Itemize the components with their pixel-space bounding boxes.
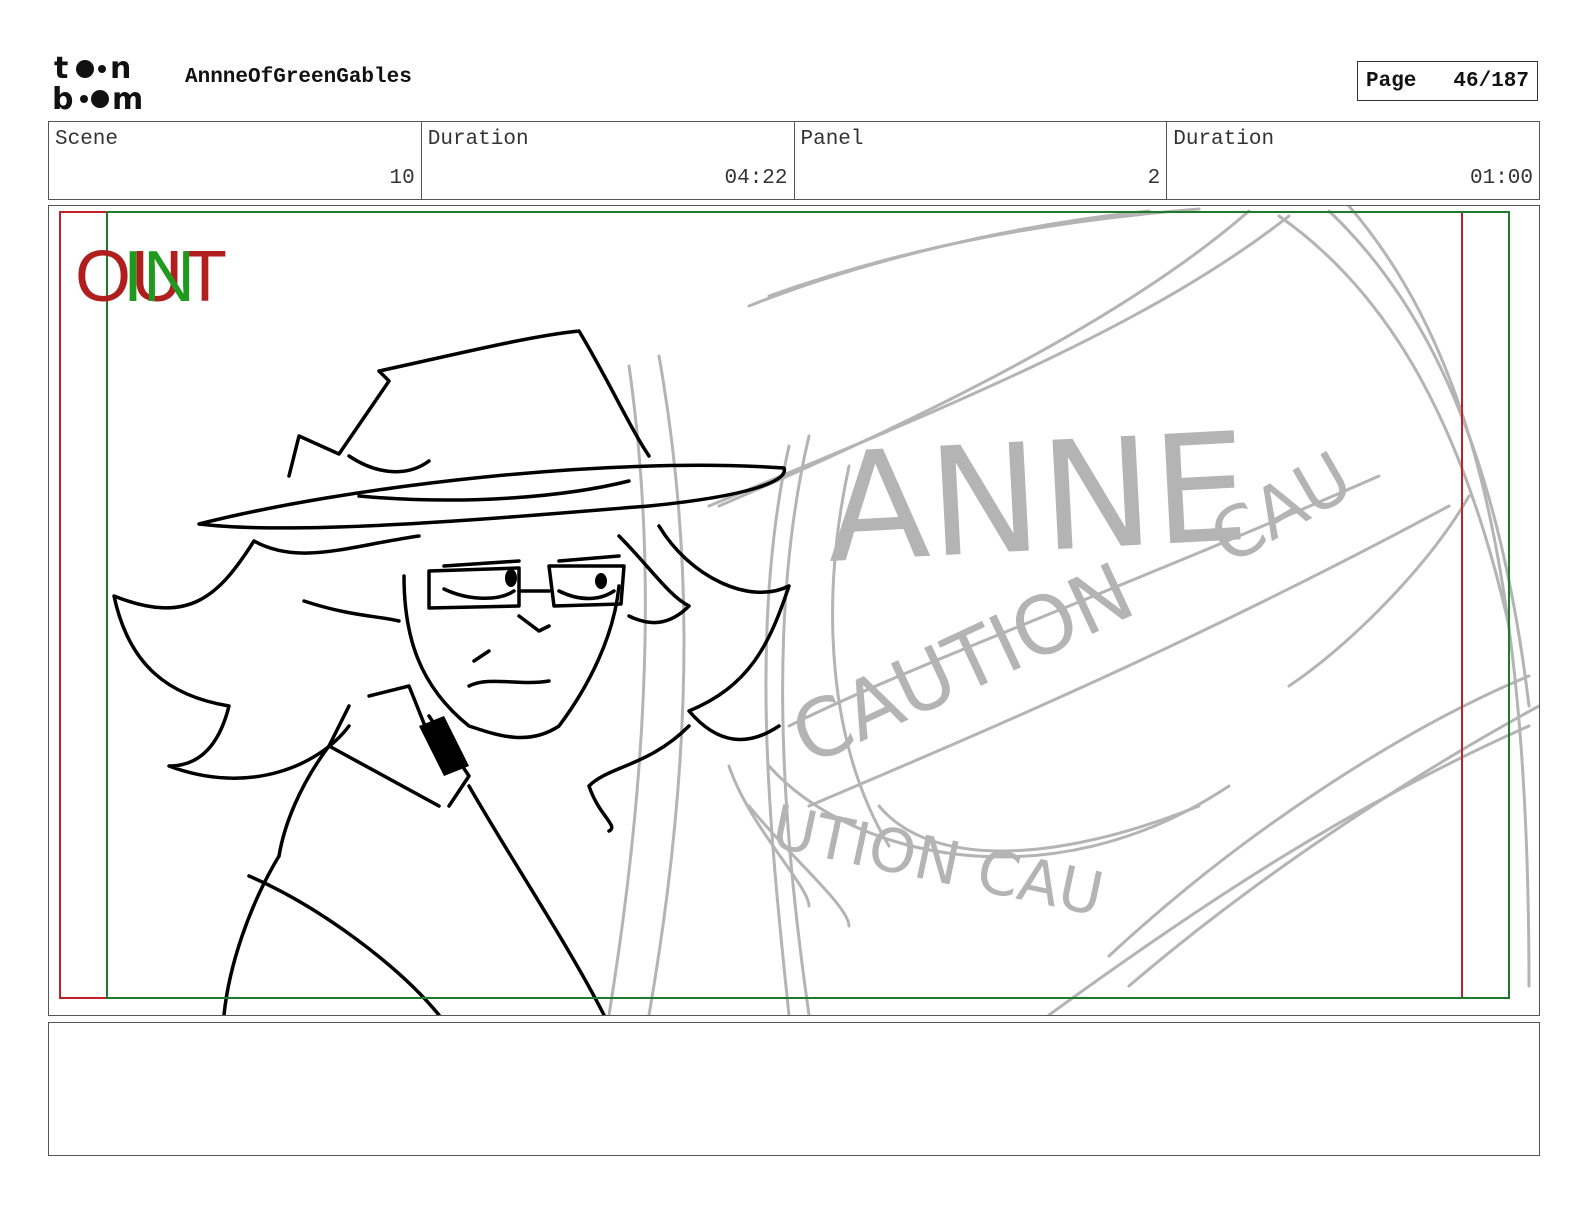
red-safe-frame: [59, 211, 1463, 999]
storyboard-panel: ANNE CAUTION CAU UTION CAU OUT IN: [48, 205, 1540, 1016]
scene-duration-cell: Duration 04:22: [422, 122, 795, 199]
panel-cell: Panel 2: [795, 122, 1168, 199]
sketch-text-ution-cau: UTION CAU: [766, 792, 1110, 930]
character-drawing: [112, 329, 791, 1015]
scene-cell: Scene 10: [49, 122, 422, 199]
page-indicator: Page 46/187: [1357, 61, 1538, 101]
scene-label: Scene: [55, 128, 119, 151]
coat-lapel-fill: [419, 716, 469, 776]
panel-duration-value: 01:00: [1469, 167, 1533, 190]
panel-drawing: ANNE CAUTION CAU UTION CAU OUT IN: [59, 206, 1539, 1015]
panel-duration-label: Duration: [1173, 128, 1275, 151]
svg-text:t: t: [54, 52, 68, 86]
toonboom-logo: t n b m: [52, 52, 143, 112]
svg-text:n: n: [110, 52, 131, 86]
sketch-text-anne: ANNE: [822, 401, 1252, 597]
panel-value: 2: [1147, 167, 1161, 190]
scene-info-bar: Scene 10 Duration 04:22 Panel 2 Duration…: [48, 121, 1540, 200]
project-title: AnnneOfGreenGables: [185, 66, 412, 89]
svg-text:m: m: [112, 82, 143, 112]
scene-duration-label: Duration: [427, 128, 529, 151]
panel-notes-box: [48, 1022, 1540, 1156]
scene-duration-value: 04:22: [724, 167, 788, 190]
page-label: Page: [1366, 69, 1417, 93]
scene-value: 10: [389, 167, 415, 190]
svg-text:b: b: [52, 82, 73, 112]
in-marker: IN: [123, 237, 195, 317]
right-eye-fill: [595, 573, 607, 589]
panel-label: Panel: [800, 128, 864, 151]
page-value: 46/187: [1453, 69, 1529, 93]
left-eye-fill: [505, 569, 517, 587]
panel-duration-cell: Duration 01:00: [1167, 122, 1539, 199]
